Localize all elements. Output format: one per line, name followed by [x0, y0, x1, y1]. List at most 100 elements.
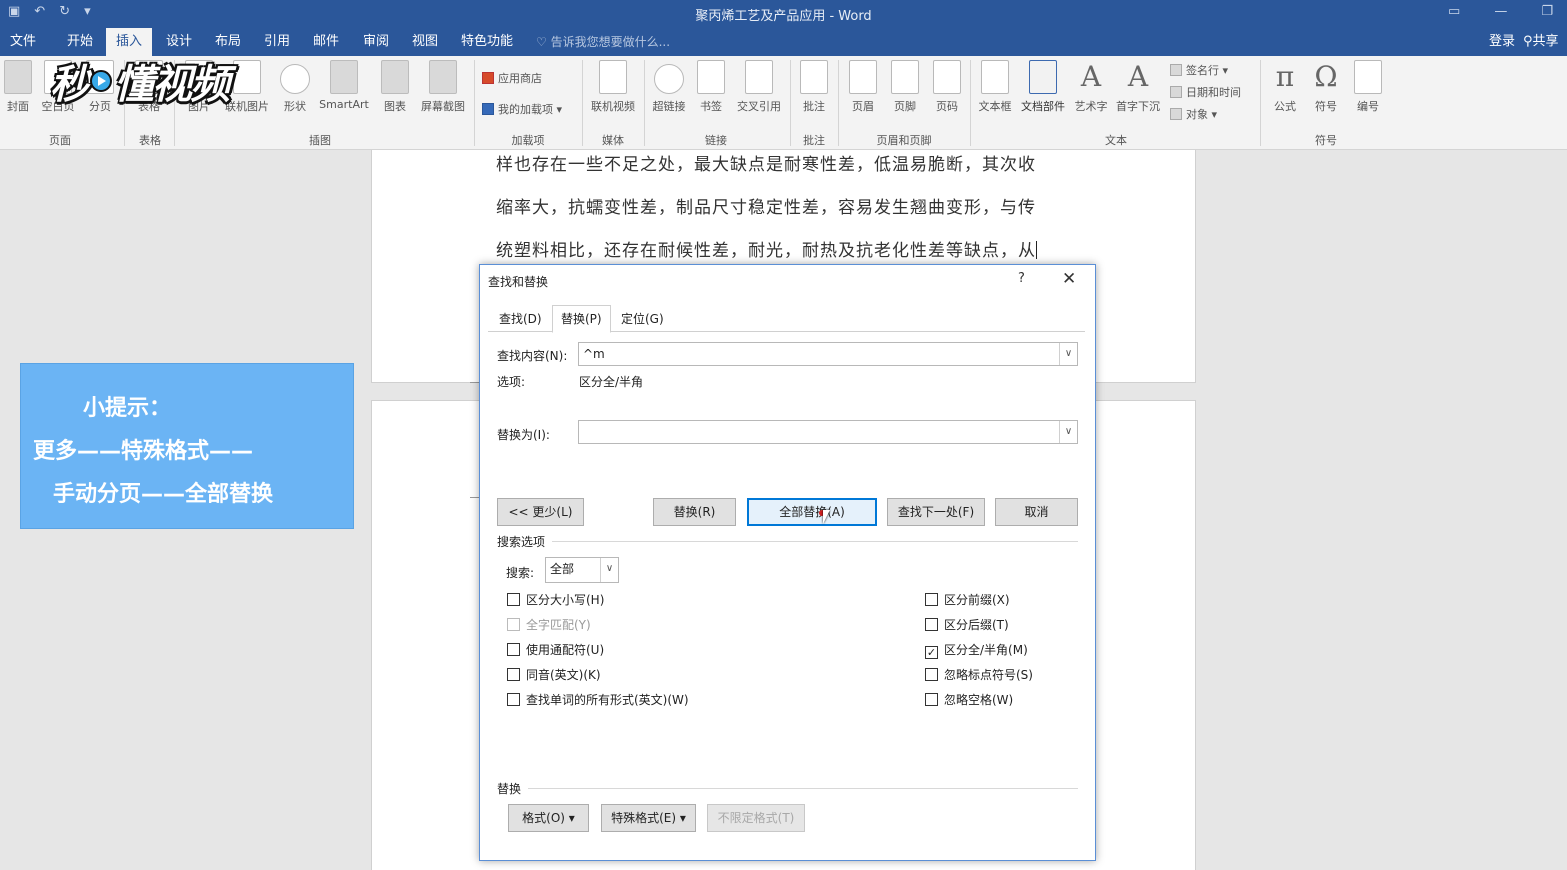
find-replace-dialog: 查找和替换 ? ✕ 查找(D) 替换(P) 定位(G) 查找内容(N): ^m …	[479, 264, 1096, 861]
online-pictures-button[interactable]: 联机图片	[220, 60, 274, 114]
numbering-button[interactable]: 编号	[1350, 60, 1386, 114]
checkbox-sounds-like[interactable]: 同音(英文)(K)	[507, 666, 601, 683]
tab-view[interactable]: 视图	[402, 28, 448, 56]
tab-find[interactable]: 查找(D)	[490, 305, 551, 331]
tab-goto[interactable]: 定位(G)	[612, 305, 673, 331]
chevron-down-icon[interactable]: ∨	[600, 558, 618, 582]
restore-icon[interactable]: ❐	[1541, 4, 1553, 19]
less-button[interactable]: << 更少(L)	[497, 498, 584, 526]
checkbox[interactable]	[507, 618, 520, 631]
help-button[interactable]: ?	[1018, 271, 1025, 286]
checkbox-ignore-space[interactable]: 忽略空格(W)	[925, 691, 1013, 708]
symbol-button[interactable]: Ω 符号	[1308, 60, 1344, 114]
smartart-button[interactable]: SmartArt	[314, 60, 374, 111]
group-label-header-footer: 页眉和页脚	[876, 134, 932, 147]
checkbox[interactable]	[925, 618, 938, 631]
checkbox[interactable]	[925, 593, 938, 606]
replace-input[interactable]: ∨	[578, 420, 1078, 444]
drop-cap-button[interactable]: A 首字下沉	[1112, 60, 1164, 114]
checkbox-wildcards[interactable]: 使用通配符(U)	[507, 641, 604, 658]
group-separator	[582, 60, 583, 146]
comment-icon	[800, 60, 828, 94]
screenshot-button[interactable]: 屏幕截图	[414, 60, 472, 114]
footer-button[interactable]: 页脚	[888, 60, 922, 114]
signature-line-button[interactable]: 签名行 ▾	[1170, 62, 1228, 78]
checkbox-match-case[interactable]: 区分大小写(H)	[507, 591, 604, 608]
cover-page-button[interactable]: 封面	[4, 60, 32, 114]
login-link[interactable]: 登录	[1489, 28, 1515, 56]
replace-all-button[interactable]: 全部替换(A)	[747, 498, 877, 526]
store-button[interactable]: 应用商店	[482, 70, 542, 86]
options-value: 区分全/半角	[579, 375, 644, 389]
close-icon[interactable]: ✕	[1062, 269, 1076, 289]
chevron-down-icon[interactable]: ∨	[1059, 343, 1077, 365]
checkbox[interactable]	[507, 593, 520, 606]
minimize-icon[interactable]: —	[1494, 4, 1507, 19]
chart-button[interactable]: 图表	[378, 60, 412, 114]
checkbox[interactable]	[925, 668, 938, 681]
group-label-symbols: 符号	[1315, 134, 1337, 147]
bookmark-button[interactable]: 书签	[694, 60, 728, 114]
checkbox-prefix[interactable]: 区分前缀(X)	[925, 591, 1010, 608]
online-video-button[interactable]: 联机视频	[586, 60, 640, 114]
checkbox[interactable]	[507, 643, 520, 656]
find-label: 查找内容(N):	[497, 349, 568, 363]
find-input[interactable]: ^m ∨	[578, 342, 1078, 366]
ribbon-tabs: 文件 开始 插入 设计 布局 引用 邮件 审阅 视图 特色功能 ♡ 告诉我您想要…	[0, 28, 1567, 56]
share-button[interactable]: ⚲共享	[1523, 28, 1567, 56]
checkbox-width[interactable]: ✓ 区分全/半角(M)	[925, 641, 1028, 659]
date-time-button[interactable]: 日期和时间	[1170, 84, 1241, 100]
cross-reference-button[interactable]: 交叉引用	[732, 60, 786, 114]
special-button[interactable]: 特殊格式(E) ▾	[601, 804, 696, 832]
ribbon-display-icon[interactable]: ▭	[1448, 4, 1460, 19]
tab-references[interactable]: 引用	[254, 28, 300, 56]
textbox-icon	[981, 60, 1009, 94]
cancel-button[interactable]: 取消	[995, 498, 1078, 526]
omega-icon: Ω	[1314, 60, 1338, 93]
checkbox[interactable]	[507, 693, 520, 706]
quick-parts-button[interactable]: 文档部件	[1018, 60, 1068, 114]
document-text-line: 统塑料相比，还存在耐候性差，耐光，耐热及抗老化性差等缺点，从	[496, 241, 1037, 261]
divider	[552, 541, 1078, 542]
tab-special[interactable]: 特色功能	[451, 28, 523, 56]
quick-parts-icon	[1029, 60, 1057, 94]
group-label-text: 文本	[1105, 134, 1127, 147]
group-label-comments: 批注	[803, 134, 825, 147]
wordart-icon: A	[1080, 60, 1102, 93]
checkbox-suffix[interactable]: 区分后缀(T)	[925, 616, 1009, 633]
options-label: 选项:	[497, 375, 526, 389]
mouse-pointer-icon	[823, 510, 830, 524]
chevron-down-icon[interactable]: ∨	[1059, 421, 1077, 443]
checkbox-word-forms[interactable]: 查找单词的所有形式(英文)(W)	[507, 691, 689, 708]
format-button[interactable]: 格式(O) ▾	[508, 804, 589, 832]
replace-button[interactable]: 替换(R)	[653, 498, 736, 526]
checkbox-whole-word[interactable]: 全字匹配(Y)	[507, 616, 591, 633]
brand-logo: 秒懂视频	[50, 62, 230, 108]
textbox-button[interactable]: 文本框	[976, 60, 1014, 114]
find-next-button[interactable]: 查找下一处(F)	[887, 498, 985, 526]
checkbox[interactable]	[507, 668, 520, 681]
tell-me-search[interactable]: ♡ 告诉我您想要做什么...	[536, 28, 670, 56]
search-direction-select[interactable]: 全部 ∨	[545, 557, 619, 583]
document-text-line: 缩率大，抗蠕变性差，制品尺寸稳定性差，容易发生翘曲变形，与传	[496, 198, 1036, 218]
tab-mailings[interactable]: 邮件	[303, 28, 349, 56]
tab-replace[interactable]: 替换(P)	[552, 305, 611, 333]
tab-review[interactable]: 审阅	[353, 28, 399, 56]
page-number-button[interactable]: 页码	[930, 60, 964, 114]
hyperlink-button[interactable]: 超链接	[648, 60, 690, 114]
checkbox[interactable]	[925, 693, 938, 706]
bookmark-icon	[697, 60, 725, 94]
wordart-button[interactable]: A 艺术字	[1072, 60, 1110, 114]
equation-button[interactable]: π 公式	[1266, 60, 1304, 114]
group-label-addins: 加载项	[511, 134, 545, 147]
hyperlink-icon	[654, 64, 684, 94]
my-addins-button[interactable]: 我的加载项 ▾	[482, 101, 562, 117]
header-button[interactable]: 页眉	[846, 60, 880, 114]
comment-button[interactable]: 批注	[796, 60, 832, 114]
checkbox-ignore-punct[interactable]: 忽略标点符号(S)	[925, 666, 1033, 683]
shapes-button[interactable]: 形状	[278, 60, 312, 114]
checkbox-checked[interactable]: ✓	[925, 646, 938, 659]
text-cursor	[1036, 241, 1037, 259]
tab-file[interactable]: 文件	[0, 28, 46, 56]
object-button[interactable]: 对象 ▾	[1170, 106, 1217, 122]
